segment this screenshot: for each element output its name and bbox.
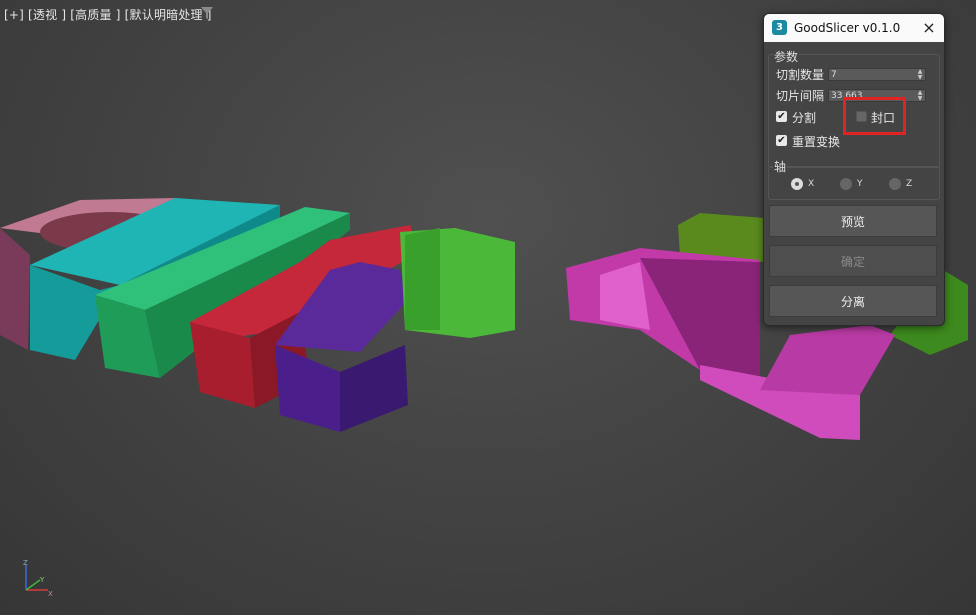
split-checkbox[interactable]: ✔: [776, 111, 787, 122]
dialog-titlebar[interactable]: 3 GoodSlicer v0.1.0 ×: [764, 14, 944, 42]
spinner-arrows-icon[interactable]: ▲ ▼: [916, 69, 924, 81]
reset-xform-label: 重置变换: [792, 135, 841, 149]
close-icon[interactable]: ×: [918, 17, 940, 39]
reset-xform-checkbox[interactable]: ✔: [776, 135, 787, 146]
goodslicer-dialog: 3 GoodSlicer v0.1.0 × 参数 切割数量 7 ▲ ▼ 切片间隔 …: [763, 13, 945, 326]
slice-count-label: 切割数量: [776, 68, 825, 82]
split-label: 分割: [792, 111, 817, 125]
axis-z-label: Z: [906, 179, 913, 189]
confirm-button[interactable]: 确定: [769, 245, 937, 277]
axis-z-label: Z: [23, 560, 28, 567]
axis-y-label: Y: [39, 576, 45, 584]
axis-group-title: 轴: [773, 158, 788, 175]
axis-x-label: X: [48, 590, 53, 598]
dialog-title: GoodSlicer v0.1.0: [794, 21, 901, 35]
axis-x-label: X: [808, 179, 815, 189]
axis-y-label: Y: [857, 179, 863, 189]
axis-x-radio[interactable]: [791, 178, 803, 190]
slice-count-value[interactable]: 7: [831, 70, 837, 80]
axis-gizmo: Z X Y: [23, 560, 53, 598]
slice-count-spinner[interactable]: 7 ▲ ▼: [828, 68, 926, 81]
app-logo-icon: 3: [772, 20, 787, 35]
slice-spacing-label: 切片间隔: [776, 89, 825, 103]
slice-lime: [400, 228, 515, 338]
params-group-title: 参数: [773, 48, 800, 65]
detach-button[interactable]: 分离: [769, 285, 937, 317]
highlight-annotation-box: [843, 97, 906, 135]
axis-z-radio[interactable]: [889, 178, 901, 190]
spinner-arrows-icon[interactable]: ▲ ▼: [916, 90, 924, 102]
axis-y-radio[interactable]: [840, 178, 852, 190]
preview-button[interactable]: 预览: [769, 205, 937, 237]
